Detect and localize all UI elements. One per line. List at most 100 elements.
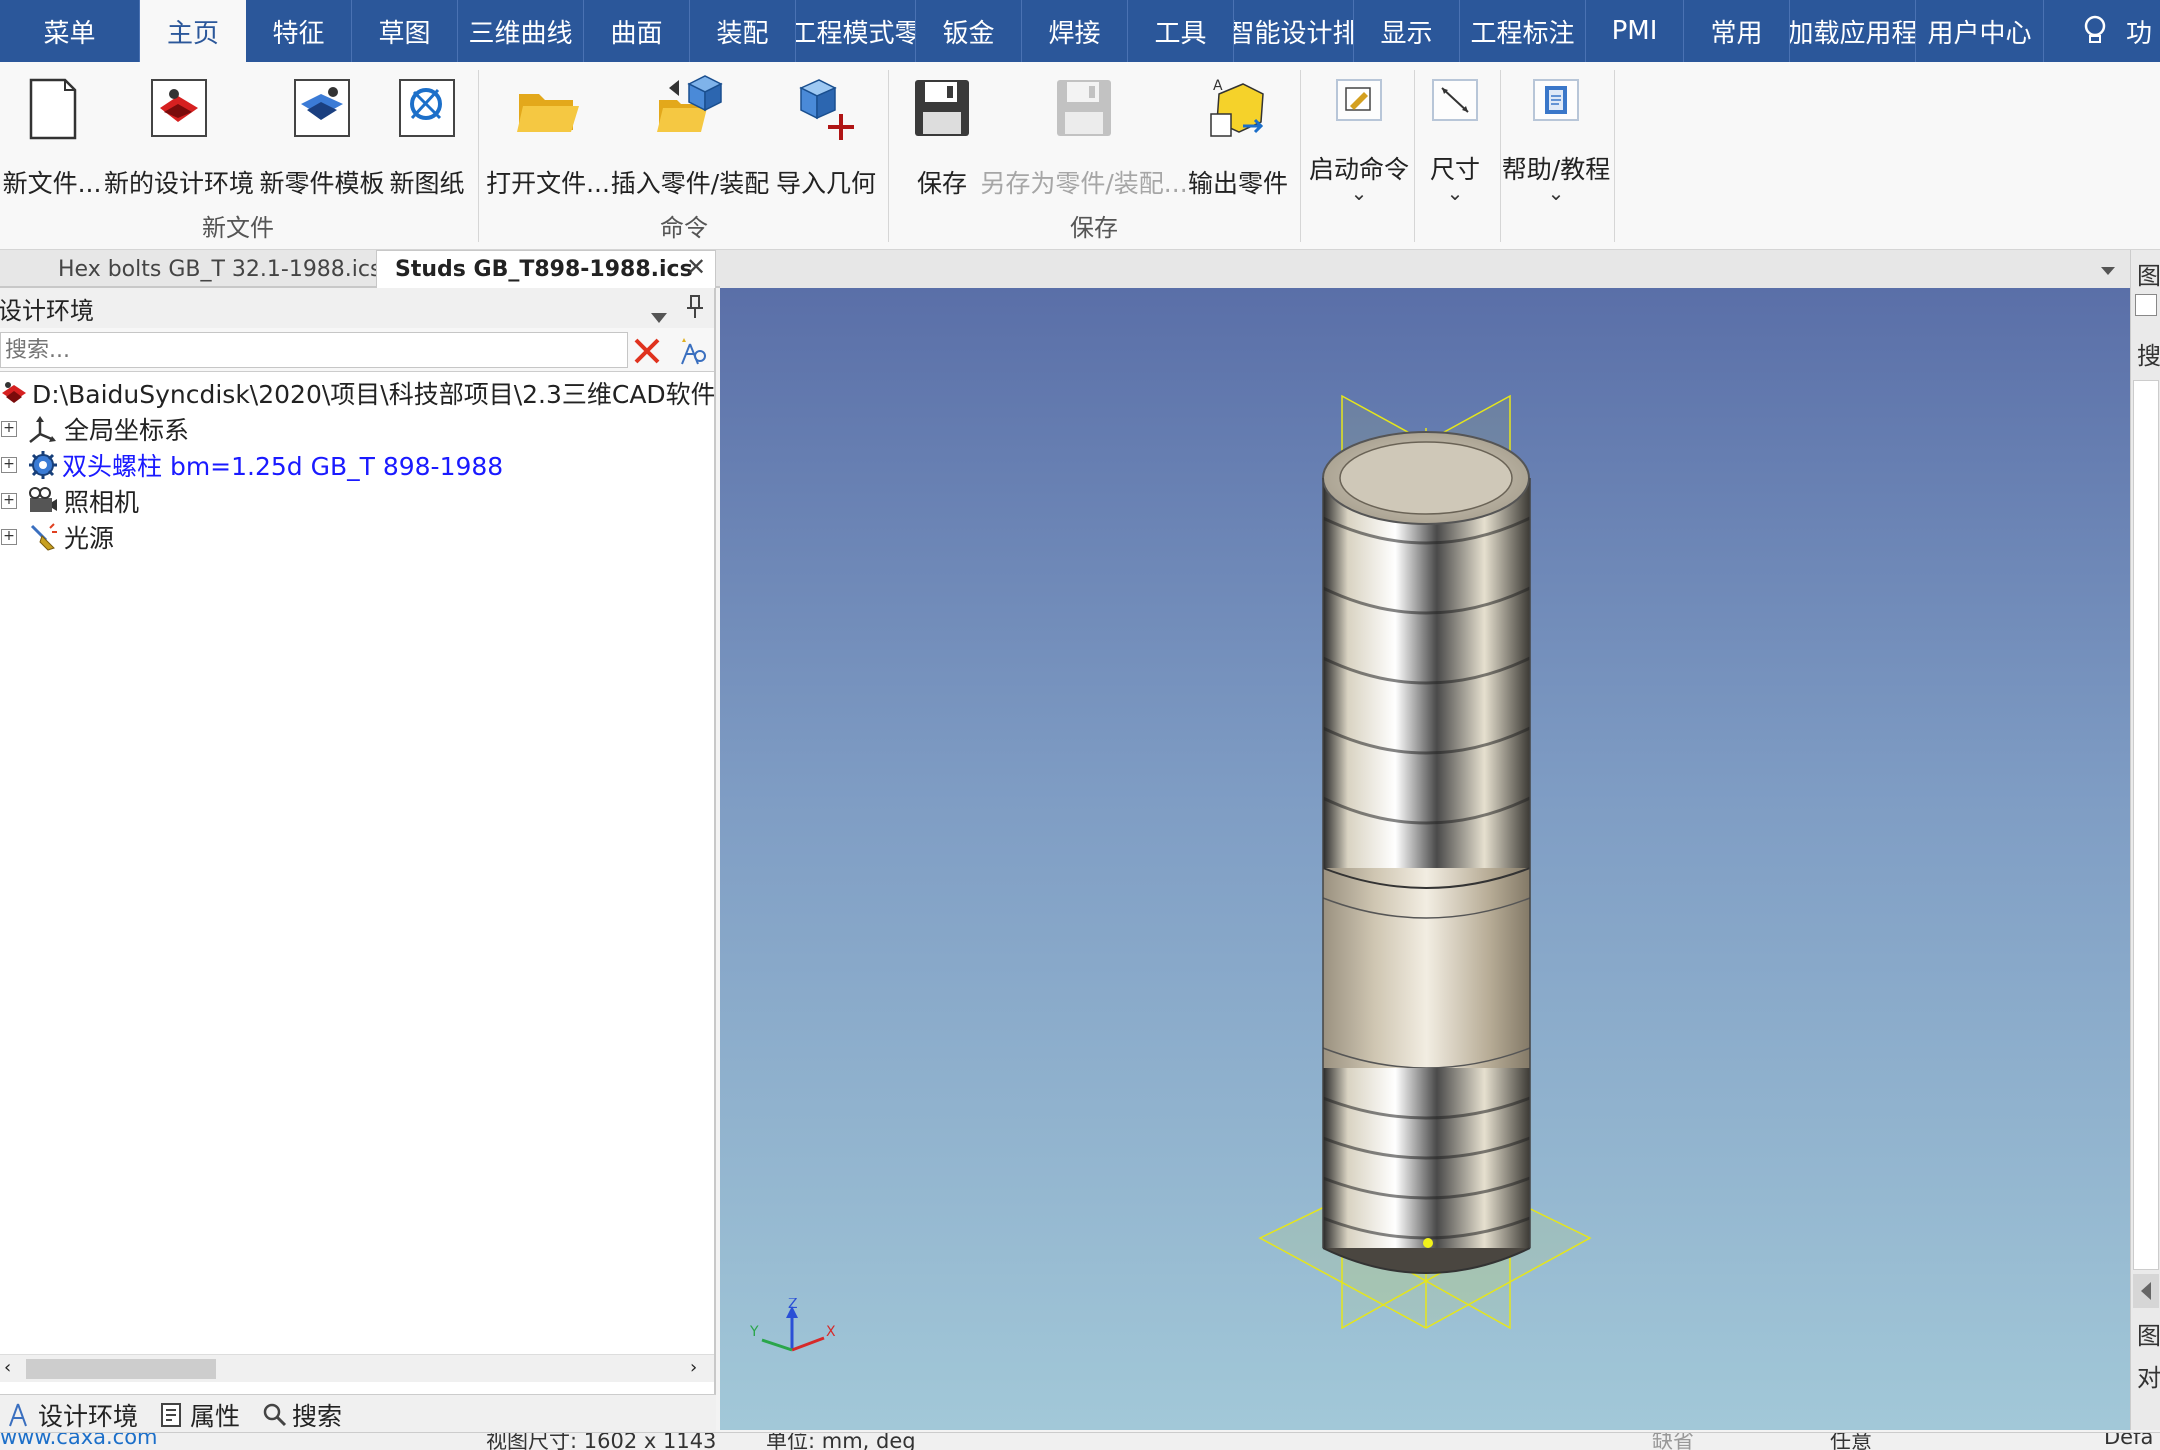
- dimension-button[interactable]: 尺寸 ⌄: [1420, 74, 1490, 203]
- tab-tools[interactable]: 工具: [1128, 0, 1234, 62]
- tab-welding[interactable]: 焊接: [1022, 0, 1128, 62]
- coordinate-system-icon: [28, 414, 58, 444]
- tree-item-label: 双头螺柱 bm=1.25d GB_T 898-1988: [62, 452, 504, 481]
- clear-search-icon[interactable]: [630, 334, 664, 368]
- 3d-viewport[interactable]: Z X Y: [720, 288, 2130, 1430]
- caret-down-icon[interactable]: [2100, 262, 2116, 281]
- tab-annotation[interactable]: 工程标注: [1460, 0, 1586, 62]
- tab-sketch[interactable]: 草图: [352, 0, 458, 62]
- search-options-icon[interactable]: [676, 334, 710, 368]
- search-input[interactable]: [0, 332, 628, 368]
- chevron-down-icon: ⌄: [1350, 181, 1368, 205]
- tab-search[interactable]: 搜索: [262, 1397, 342, 1433]
- launch-command-button[interactable]: 启动命令 ⌄: [1306, 74, 1412, 205]
- tab-sheet-metal[interactable]: 钣金: [916, 0, 1022, 62]
- expand-icon[interactable]: +: [1, 457, 17, 473]
- new-file-button[interactable]: 新文件...: [3, 74, 101, 200]
- scroll-right-icon[interactable]: ›: [690, 1357, 697, 1378]
- tree-item-camera[interactable]: + 照相机: [0, 484, 139, 518]
- part-template-icon: [287, 74, 357, 144]
- axis-label-y: Y: [749, 1324, 759, 1340]
- new-drawing-button[interactable]: 新图纸: [390, 74, 465, 200]
- doc-tab-hex-bolts[interactable]: Hex bolts GB_T 32.1-1988.ics: [40, 250, 399, 288]
- group-label-new-file: 新文件: [202, 214, 274, 242]
- any-field[interactable]: 任意: [1830, 1433, 1872, 1450]
- help-hint-text[interactable]: 功: [2126, 0, 2152, 62]
- doc-tab-studs[interactable]: Studs GB_T898-1988.ics: [376, 250, 716, 288]
- viewport-header: [720, 250, 2130, 288]
- tab-label: 设计环境: [38, 1401, 139, 1431]
- scrollbar-thumb[interactable]: [26, 1359, 216, 1379]
- design-environment-panel: 设计环境 D:\BaiduSyncdisk\2020\项目\科技部项目\2.3三…: [0, 288, 716, 1394]
- tab-assembly[interactable]: 装配: [690, 0, 796, 62]
- expand-icon[interactable]: +: [1, 493, 17, 509]
- dimension-icon: [1420, 74, 1490, 144]
- horizontal-scrollbar[interactable]: ‹ ›: [0, 1354, 714, 1382]
- right-panel-tab[interactable]: 图: [2137, 256, 2160, 291]
- default-config-field[interactable]: Defa: [2104, 1433, 2153, 1449]
- tree-root[interactable]: D:\BaiduSyncdisk\2020\项目\科技部项目\2.3三维CAD软…: [0, 376, 714, 410]
- toggle-icon[interactable]: [2135, 294, 2157, 316]
- export-part-icon: A: [1203, 74, 1273, 144]
- tab-display[interactable]: 显示: [1354, 0, 1460, 62]
- help-tutorial-button[interactable]: 帮助/教程 ⌄: [1502, 74, 1610, 205]
- tab-properties[interactable]: 属性: [160, 1397, 240, 1433]
- group-label-command: 命令: [660, 214, 708, 242]
- collapse-left-icon[interactable]: [2133, 1274, 2159, 1308]
- new-part-template-button[interactable]: 新零件模板: [258, 74, 386, 200]
- tree-item-label: 光源: [64, 524, 115, 553]
- tab-smart-design[interactable]: 智能设计排: [1234, 0, 1354, 62]
- panel-title-bar: 设计环境: [0, 288, 714, 328]
- pin-icon[interactable]: [686, 294, 704, 326]
- insert-part-button[interactable]: 插入零件/装配: [611, 74, 769, 200]
- caret-down-icon[interactable]: [650, 302, 668, 330]
- tab-home[interactable]: 主页: [140, 0, 246, 62]
- chevron-down-icon: ⌄: [1547, 181, 1565, 205]
- tab-addins[interactable]: 加载应用程: [1790, 0, 1916, 62]
- tab-3d-curve[interactable]: 三维曲线: [458, 0, 584, 62]
- right-panel-tab[interactable]: 图: [2137, 1316, 2160, 1351]
- website-link[interactable]: www.caxa.com: [0, 1433, 158, 1449]
- view-size-readout: 视图尺寸: 1602 x 1143: [486, 1432, 717, 1450]
- tab-pmi[interactable]: PMI: [1586, 0, 1684, 62]
- close-icon[interactable]: ✕: [686, 253, 706, 281]
- tab-features[interactable]: 特征: [246, 0, 352, 62]
- tree-item-stud-part[interactable]: + 双头螺柱 bm=1.25d GB_T 898-1988: [0, 448, 503, 482]
- open-file-button[interactable]: 打开文件...: [486, 74, 610, 200]
- tab-engineering-mode[interactable]: 工程模式零: [796, 0, 916, 62]
- tab-surface[interactable]: 曲面: [584, 0, 690, 62]
- lightbulb-icon[interactable]: [2080, 0, 2110, 62]
- tab-user-center[interactable]: 用户中心: [1916, 0, 2044, 62]
- default-field[interactable]: 缺省: [1652, 1433, 1694, 1450]
- save-button[interactable]: 保存: [904, 74, 980, 200]
- axis-label-x: X: [826, 1324, 836, 1340]
- search-row: [0, 328, 714, 372]
- right-panel-content: [2133, 380, 2159, 1270]
- panel-bottom-tabs: 设计环境 属性 搜索: [0, 1394, 716, 1434]
- expand-icon[interactable]: +: [1, 529, 17, 545]
- units-readout[interactable]: 单位: mm, deg: [766, 1433, 916, 1450]
- svg-text:A: A: [1213, 78, 1223, 94]
- tab-menu[interactable]: 菜单: [0, 0, 140, 62]
- light-icon: [28, 522, 58, 552]
- stud-model[interactable]: [720, 288, 2130, 1430]
- new-design-env-button[interactable]: 新的设计环境: [104, 74, 254, 200]
- import-geometry-label: 导入几何: [775, 169, 876, 198]
- new-file-icon: [17, 74, 87, 144]
- tab-design-environment[interactable]: 设计环境: [6, 1397, 138, 1433]
- export-part-button[interactable]: A 输出零件: [1184, 74, 1292, 200]
- axis-triad: Z X Y: [748, 1296, 838, 1378]
- tab-label: 搜索: [292, 1401, 343, 1431]
- tree-item-global-coords[interactable]: + 全局坐标系: [0, 412, 189, 446]
- open-file-label: 打开文件...: [486, 169, 610, 198]
- import-geometry-button[interactable]: 导入几何: [774, 74, 878, 200]
- right-panel-tab[interactable]: 对: [2137, 1358, 2160, 1393]
- scroll-left-icon[interactable]: ‹: [4, 1357, 11, 1378]
- tree-item-light[interactable]: + 光源: [0, 520, 114, 554]
- new-file-label: 新文件...: [2, 169, 102, 198]
- part-gear-icon: [28, 450, 58, 480]
- tab-common[interactable]: 常用: [1684, 0, 1790, 62]
- expand-icon[interactable]: +: [1, 421, 17, 437]
- export-part-label: 输出零件: [1187, 169, 1288, 198]
- launch-command-icon: [1324, 74, 1394, 144]
